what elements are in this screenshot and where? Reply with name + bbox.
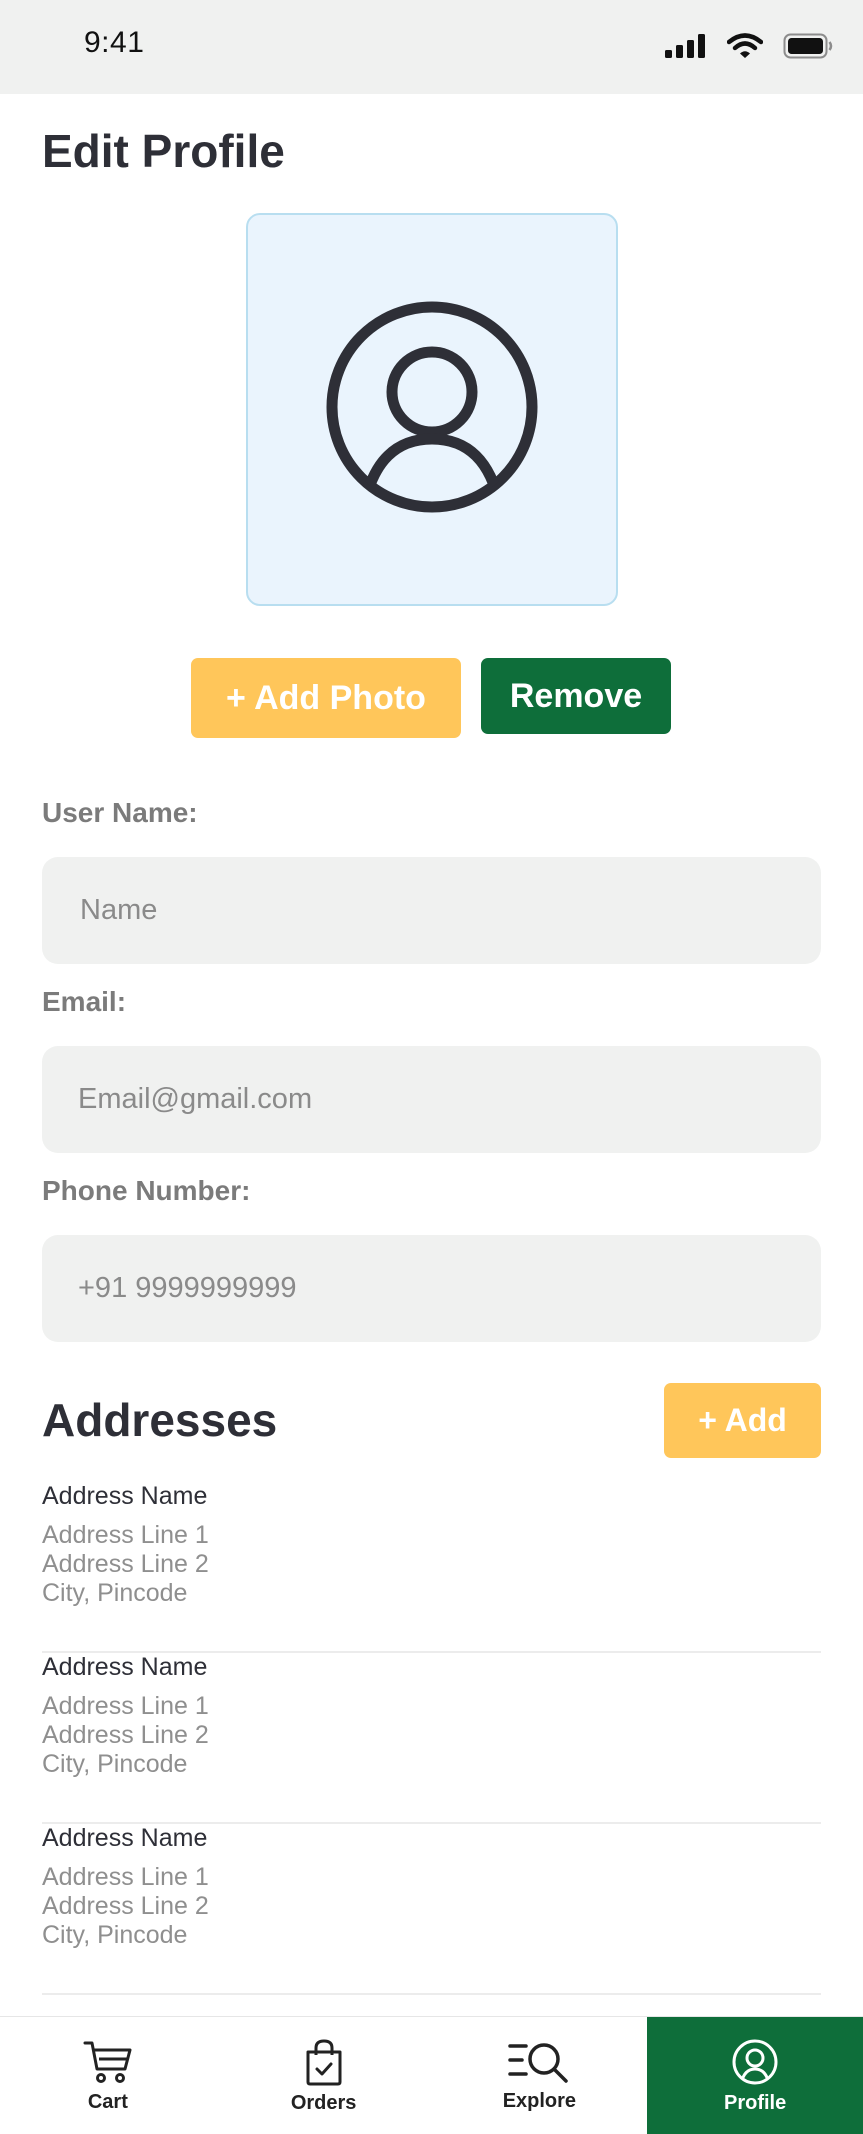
profile-icon [731, 2038, 779, 2086]
cart-icon [83, 2039, 133, 2085]
tab-cart[interactable]: Cart [0, 2017, 216, 2134]
add-address-button[interactable]: + Add [664, 1383, 821, 1458]
status-time: 9:41 [84, 26, 145, 59]
address-line-2: Address Line 2 [42, 1550, 209, 1578]
tab-explore-label: Explore [502, 2089, 577, 2112]
tab-orders-label: Orders [290, 2091, 357, 2114]
email-input[interactable] [42, 1046, 821, 1153]
tab-profile-label: Profile [724, 2091, 787, 2114]
phone-input[interactable] [42, 1235, 821, 1342]
status-icons [665, 30, 833, 66]
phone-label: Phone Number: [42, 1175, 251, 1206]
shopping-bag-icon [302, 2038, 346, 2086]
address-city: City, Pincode [42, 1921, 188, 1949]
status-bar: 9:41 [0, 0, 863, 94]
tab-explore[interactable]: Explore [432, 2017, 648, 2134]
address-line-2: Address Line 2 [42, 1892, 209, 1920]
signal-icon [665, 33, 707, 63]
address-city: City, Pincode [42, 1579, 188, 1607]
address-line-1: Address Line 1 [42, 1692, 209, 1720]
wifi-icon [726, 32, 764, 64]
address-line-1: Address Line 1 [42, 1521, 209, 1549]
tab-orders[interactable]: Orders [216, 2017, 432, 2134]
tab-cart-label: Cart [87, 2090, 128, 2113]
user-circle-icon [326, 301, 538, 518]
bottom-tab-bar: Cart Orders Explore Profile [0, 2016, 863, 2134]
battery-icon [783, 33, 833, 64]
address-name: Address Name [42, 1824, 208, 1852]
remove-photo-button[interactable]: Remove [481, 658, 671, 734]
explore-search-icon [508, 2040, 570, 2084]
page-title: Edit Profile [42, 125, 285, 177]
address-name: Address Name [42, 1653, 208, 1681]
tab-profile[interactable]: Profile [647, 2017, 863, 2134]
addresses-title: Addresses [42, 1394, 278, 1446]
address-item[interactable]: Address Name Address Line 1 Address Line… [42, 1824, 821, 1995]
add-photo-button[interactable]: + Add Photo [191, 658, 461, 738]
username-input[interactable] [42, 857, 821, 964]
address-item[interactable]: Address Name Address Line 1 Address Line… [42, 1653, 821, 1824]
avatar-placeholder[interactable] [246, 213, 618, 606]
address-line-1: Address Line 1 [42, 1863, 209, 1891]
address-city: City, Pincode [42, 1750, 188, 1778]
address-name: Address Name [42, 1482, 208, 1510]
username-label: User Name: [42, 797, 198, 828]
address-item[interactable]: Address Name Address Line 1 Address Line… [42, 1482, 821, 1653]
address-line-2: Address Line 2 [42, 1721, 209, 1749]
email-label: Email: [42, 986, 127, 1017]
